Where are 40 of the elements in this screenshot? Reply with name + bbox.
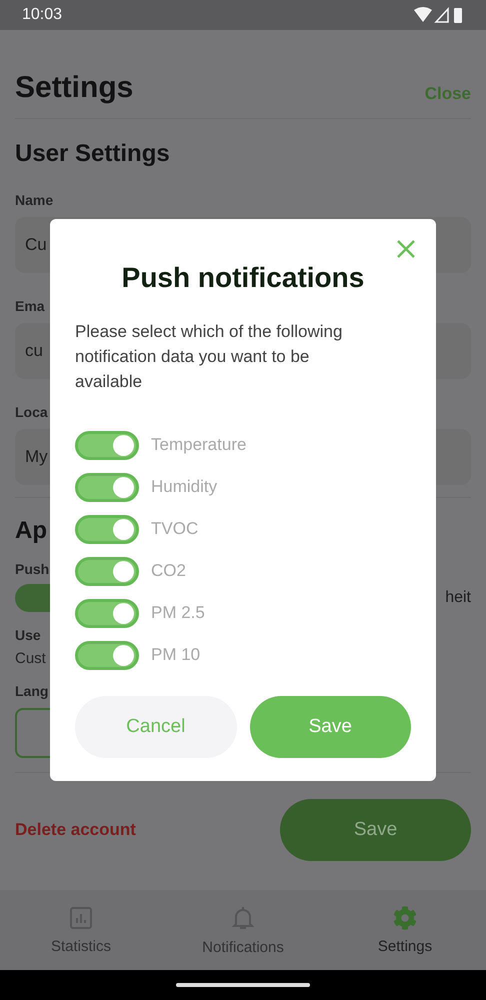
chart-icon <box>69 906 93 930</box>
status-time: 10:03 <box>22 6 62 24</box>
toggle-label: TVOC <box>151 519 198 539</box>
section-title: User Settings <box>15 139 170 169</box>
dialog-title: Push notifications <box>120 261 366 295</box>
toggle-switch[interactable] <box>75 556 139 586</box>
status-icons <box>414 6 464 24</box>
field-label: Push <box>15 560 50 578</box>
save-button[interactable]: Save <box>280 799 471 861</box>
save-button[interactable]: Save <box>250 696 411 758</box>
page-title: Settings <box>15 70 134 106</box>
toggle-switch[interactable] <box>75 640 139 670</box>
nav-label[interactable]: Notifications <box>202 938 284 956</box>
segment-option[interactable] <box>15 584 51 612</box>
field-label: Name <box>15 191 54 209</box>
user-value: Cust <box>15 650 46 668</box>
toggle-label: PM 10 <box>151 645 200 665</box>
toggle-label: CO2 <box>151 561 186 581</box>
delete-account-link[interactable]: Delete account <box>15 820 136 840</box>
field-label: Ema <box>15 297 45 315</box>
toggle-label: Temperature <box>151 435 246 455</box>
toggle-switch[interactable] <box>75 514 139 544</box>
dialog-description: Please select which of the following notification data you want to be available <box>75 321 344 393</box>
gear-icon <box>393 906 417 930</box>
field-label: Use <box>15 626 41 644</box>
bell-icon <box>232 904 254 930</box>
close-icon[interactable] <box>396 239 416 259</box>
toggle-switch[interactable] <box>75 598 139 628</box>
cancel-button[interactable]: Cancel <box>75 696 236 758</box>
toggle-switch[interactable] <box>75 472 139 502</box>
nav-label[interactable]: Statistics <box>50 938 111 954</box>
field-label: Loca <box>15 403 48 421</box>
close-link[interactable]: Close <box>424 84 471 104</box>
toggle-label: PM 2.5 <box>151 603 205 623</box>
section-title: Ap <box>15 516 47 546</box>
field-label: Lang <box>15 682 48 700</box>
nav-label[interactable]: Settings <box>378 938 432 954</box>
toggle-switch[interactable] <box>75 430 139 460</box>
segment-label: heit <box>445 589 471 607</box>
toggle-label: Humidity <box>151 477 218 497</box>
